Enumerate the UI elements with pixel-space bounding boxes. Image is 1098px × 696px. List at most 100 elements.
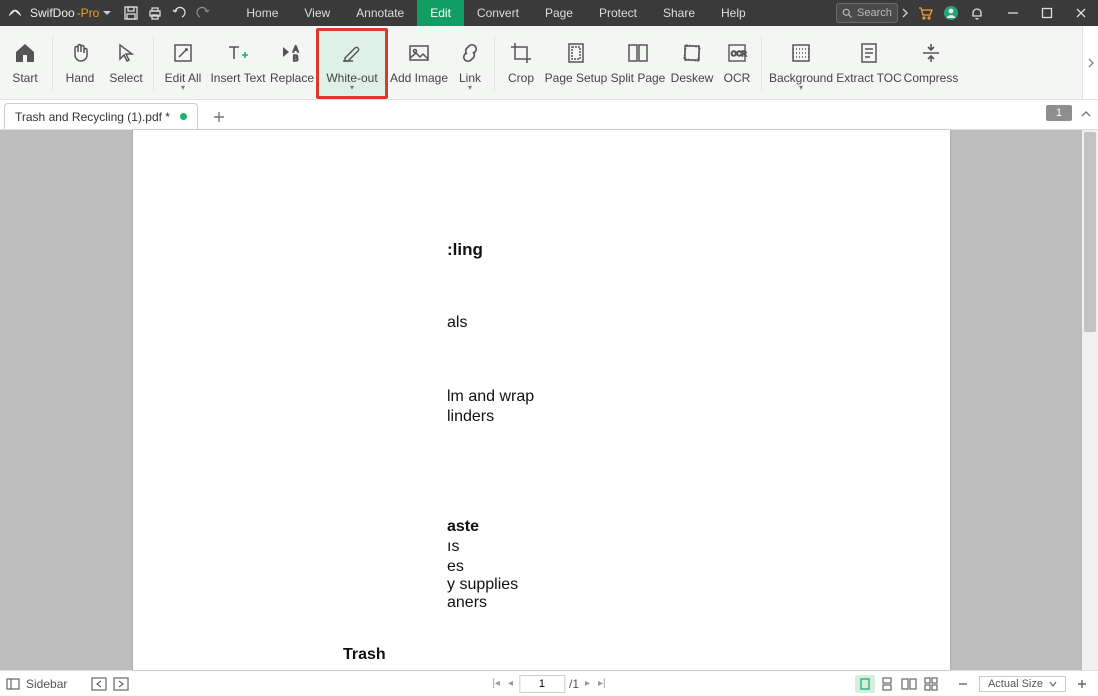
zoom-label: Actual Size: [988, 678, 1043, 690]
tool-compress[interactable]: Compress: [902, 28, 960, 99]
zoom-select[interactable]: Actual Size: [979, 676, 1066, 692]
page-navigator: |◂ ◂ /1 ▸ ▸|: [490, 675, 607, 693]
doc-text: :ling: [447, 240, 483, 260]
minimize-button[interactable]: [996, 0, 1030, 26]
replace-icon: AB: [279, 39, 305, 67]
menu-share[interactable]: Share: [650, 0, 708, 26]
tool-crop[interactable]: Crop: [499, 28, 543, 99]
undo-icon[interactable]: [167, 5, 191, 21]
maximize-button[interactable]: [1030, 0, 1064, 26]
deskew-icon: [680, 39, 704, 67]
titlebar-right-icons: [912, 5, 990, 21]
svg-text:A: A: [293, 45, 299, 54]
tool-ocr[interactable]: OCR OCR: [717, 28, 757, 99]
tool-select[interactable]: Select: [103, 28, 149, 99]
menu-convert[interactable]: Convert: [464, 0, 532, 26]
search-box[interactable]: Search: [836, 3, 898, 23]
account-icon[interactable]: [938, 5, 964, 21]
prev-page-button[interactable]: ◂: [506, 678, 515, 689]
last-page-button[interactable]: ▸|: [596, 678, 608, 689]
menu-page[interactable]: Page: [532, 0, 586, 26]
tool-start[interactable]: Start: [2, 28, 48, 99]
tool-link[interactable]: Link▾: [450, 28, 490, 99]
page-setup-icon: [564, 39, 588, 67]
doc-text: aners: [447, 594, 487, 612]
tool-edit-all[interactable]: Edit All▾: [158, 28, 208, 99]
doc-text: aste: [447, 518, 479, 536]
doc-text: als: [447, 314, 467, 332]
cart-icon[interactable]: [912, 5, 938, 21]
sidebar-toggle[interactable]: Sidebar: [6, 677, 67, 691]
search-overflow-icon[interactable]: [898, 8, 912, 18]
zoom-in-button[interactable]: [1072, 675, 1092, 693]
vertical-scrollbar[interactable]: [1082, 130, 1098, 670]
ribbon-edit: Start Hand Select Edit All▾ Insert Text …: [0, 26, 1098, 100]
document-tabbar: Trash and Recycling (1).pdf * 1: [0, 100, 1098, 130]
redo-icon[interactable]: [191, 5, 215, 21]
menu-home[interactable]: Home: [233, 0, 291, 26]
file-tab-label: Trash and Recycling (1).pdf *: [15, 110, 170, 124]
doc-text: ıs: [447, 538, 459, 556]
statusbar-right: Actual Size: [855, 675, 1092, 693]
app-name: SwifDoo: [30, 6, 75, 20]
save-icon[interactable]: [119, 5, 143, 21]
page-number-input[interactable]: [519, 675, 565, 693]
doc-text: linders: [447, 408, 494, 426]
app-menu-caret-icon[interactable]: [103, 9, 111, 17]
app-logo-icon: [6, 3, 26, 23]
app-suffix: -Pro: [77, 6, 100, 20]
doc-text: lm and wrap: [447, 388, 534, 406]
menu-edit[interactable]: Edit: [417, 0, 464, 26]
menu-annotate[interactable]: Annotate: [343, 0, 417, 26]
main-menu: Home View Annotate Edit Convert Page Pro…: [233, 0, 758, 26]
view-grid-button[interactable]: [921, 675, 941, 693]
tool-hand[interactable]: Hand: [57, 28, 103, 99]
cursor-icon: [114, 39, 138, 67]
print-icon[interactable]: [143, 5, 167, 21]
doc-text: y supplies: [447, 576, 518, 594]
collapse-ribbon-button[interactable]: [1080, 108, 1092, 120]
tool-insert-text[interactable]: Insert Text: [208, 28, 268, 99]
tool-replace[interactable]: AB Replace: [268, 28, 316, 99]
new-tab-button[interactable]: [212, 110, 226, 124]
tool-background[interactable]: Background▾: [766, 28, 836, 99]
tool-split-page[interactable]: Split Page: [609, 28, 667, 99]
panel-left-button[interactable]: [91, 677, 107, 691]
edit-all-icon: [171, 39, 195, 67]
menu-protect[interactable]: Protect: [586, 0, 650, 26]
background-icon: [789, 39, 813, 67]
sidebar-label: Sidebar: [26, 677, 67, 691]
notifications-icon[interactable]: [964, 5, 990, 21]
titlebar: SwifDoo-Pro Home View Annotate Edit Conv…: [0, 0, 1098, 26]
scrollbar-thumb[interactable]: [1084, 132, 1096, 332]
view-two-page-button[interactable]: [899, 675, 919, 693]
tool-page-setup[interactable]: Page Setup: [543, 28, 609, 99]
hand-icon: [68, 39, 92, 67]
view-continuous-button[interactable]: [877, 675, 897, 693]
tool-add-image[interactable]: Add Image: [388, 28, 450, 99]
svg-text:OCR: OCR: [731, 51, 747, 58]
zoom-out-button[interactable]: [953, 675, 973, 693]
page-indicator-badge: 1: [1046, 105, 1072, 121]
file-tab[interactable]: Trash and Recycling (1).pdf *: [4, 103, 198, 129]
svg-text:B: B: [293, 54, 298, 63]
menu-view[interactable]: View: [291, 0, 343, 26]
view-single-page-button[interactable]: [855, 675, 875, 693]
doc-text: es: [447, 558, 464, 576]
ribbon-overflow-button[interactable]: [1082, 26, 1098, 99]
chevron-down-icon: [1049, 680, 1057, 688]
first-page-button[interactable]: |◂: [490, 678, 502, 689]
search-icon: [841, 7, 853, 19]
search-placeholder: Search: [857, 7, 892, 19]
close-button[interactable]: [1064, 0, 1098, 26]
document-canvas[interactable]: :ling als lm and wrap linders aste ıs es…: [0, 130, 1098, 670]
page-1[interactable]: :ling als lm and wrap linders aste ıs es…: [133, 130, 950, 670]
next-page-button[interactable]: ▸: [583, 678, 592, 689]
tool-deskew[interactable]: Deskew: [667, 28, 717, 99]
menu-help[interactable]: Help: [708, 0, 759, 26]
panel-right-button[interactable]: [113, 677, 129, 691]
statusbar: Sidebar |◂ ◂ /1 ▸ ▸| Actual Size: [0, 670, 1098, 696]
compress-icon: [919, 39, 943, 67]
tool-extract-toc[interactable]: Extract TOC: [836, 28, 902, 99]
tool-white-out[interactable]: White-out▾: [316, 28, 388, 99]
